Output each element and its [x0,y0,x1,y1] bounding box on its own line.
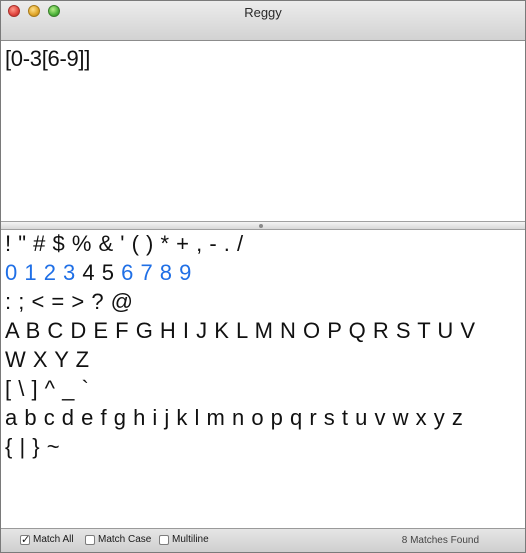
text-line: 0 1 2 3 4 5 6 7 8 9 [5,260,192,286]
regex-editor[interactable]: [0-3[6-9]] [1,41,525,221]
match-highlight: 0 1 2 3 [5,260,76,285]
match-highlight: 6 7 8 9 [121,260,192,285]
text-segment: a b c d e f g h i j k l m n o p q r s t … [5,405,464,430]
match-all-checkbox[interactable] [20,533,30,546]
match-count: 8 Matches Found [401,535,479,546]
text-line: a b c d e f g h i j k l m n o p q r s t … [5,405,463,431]
text-line: A B C D E F G H I J K L M N O P Q R S T … [5,318,476,344]
splitter-grip-icon[interactable] [259,224,263,228]
text-segment: : ; < = > ? @ [5,289,134,314]
text-line: { | } ~ [5,434,60,460]
text-segment: { | } ~ [5,434,61,459]
text-segment: W X Y Z [5,347,90,372]
status-bar: Match All Match Case Multiline 8 Matches… [1,528,525,552]
test-text-editor[interactable]: ! " # $ % & ' ( ) * + , - . / 0 1 2 3 4 5… [1,230,525,528]
text-segment: 4 5 [75,260,122,285]
match-case-label[interactable]: Match Case [98,534,151,545]
text-segment: A B C D E F G H I J K L M N O P Q R S T … [5,318,476,343]
text-line: ! " # $ % & ' ( ) * + , - . / [5,231,244,257]
text-line: : ; < = > ? @ [5,289,134,315]
match-all-label[interactable]: Match All [33,534,74,545]
match-all-option[interactable]: Match All [20,533,74,546]
pane-splitter[interactable] [1,221,525,230]
multiline-option[interactable]: Multiline [159,534,209,545]
window-title: Reggy [244,5,282,20]
text-segment: ! " # $ % & ' ( ) * + , - . / [5,231,244,256]
title-bar: Reggy [1,1,525,41]
regex-input[interactable]: [0-3[6-9]] [5,46,90,72]
multiline-checkbox[interactable] [159,534,169,545]
text-line: W X Y Z [5,347,90,373]
text-line: [ \ ] ^ _ ` [5,376,89,402]
text-segment: [ \ ] ^ _ ` [5,376,90,401]
match-case-checkbox[interactable] [85,534,95,545]
match-case-option[interactable]: Match Case [85,534,151,545]
reggy-window: Reggy [0-3[6-9]] ! " # $ % & ' ( ) * + ,… [0,0,526,553]
multiline-label[interactable]: Multiline [172,534,209,545]
